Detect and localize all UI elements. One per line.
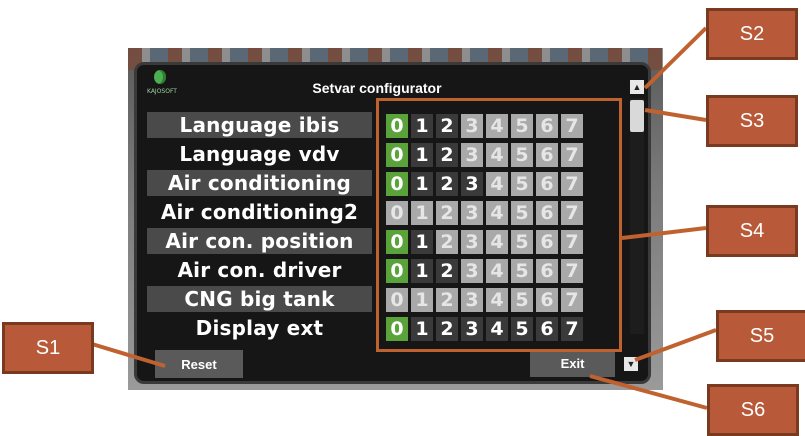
exit-button[interactable]: Exit <box>530 349 615 377</box>
setting-label: Air conditioning2 <box>160 200 359 224</box>
callout-s5: S5 <box>716 310 805 362</box>
callout-s3: S3 <box>706 95 798 147</box>
callout-s1: S1 <box>2 322 94 374</box>
setting-label: Language ibis <box>147 112 372 138</box>
callout-s4: S4 <box>706 205 798 257</box>
scroll-up-button[interactable]: ▲ <box>630 80 644 94</box>
setting-label: Display ext <box>195 316 324 340</box>
callout-s2: S2 <box>706 8 798 60</box>
panel-title: Setvar configurator <box>312 80 442 96</box>
arrow-up-icon: ▲ <box>632 82 642 92</box>
setting-label: Language vdv <box>179 142 340 166</box>
kajosoft-logo: KAJOSOFT <box>147 70 177 104</box>
options-highlight-box <box>376 98 622 352</box>
scroll-down-button[interactable]: ▼ <box>624 357 638 371</box>
reset-button[interactable]: Reset <box>155 350 243 378</box>
logo-icon <box>154 70 166 84</box>
scrollbar-thumb[interactable] <box>630 100 644 132</box>
setting-label: Air con. position <box>147 228 372 254</box>
scrollbar-track[interactable] <box>630 98 644 334</box>
setting-label: Air con. driver <box>177 258 342 282</box>
arrow-down-icon: ▼ <box>626 359 636 369</box>
logo-text: KAJOSOFT <box>147 88 177 95</box>
callout-s6: S6 <box>707 384 799 436</box>
setting-label: CNG big tank <box>147 286 372 312</box>
setting-label: Air conditioning <box>147 170 372 196</box>
